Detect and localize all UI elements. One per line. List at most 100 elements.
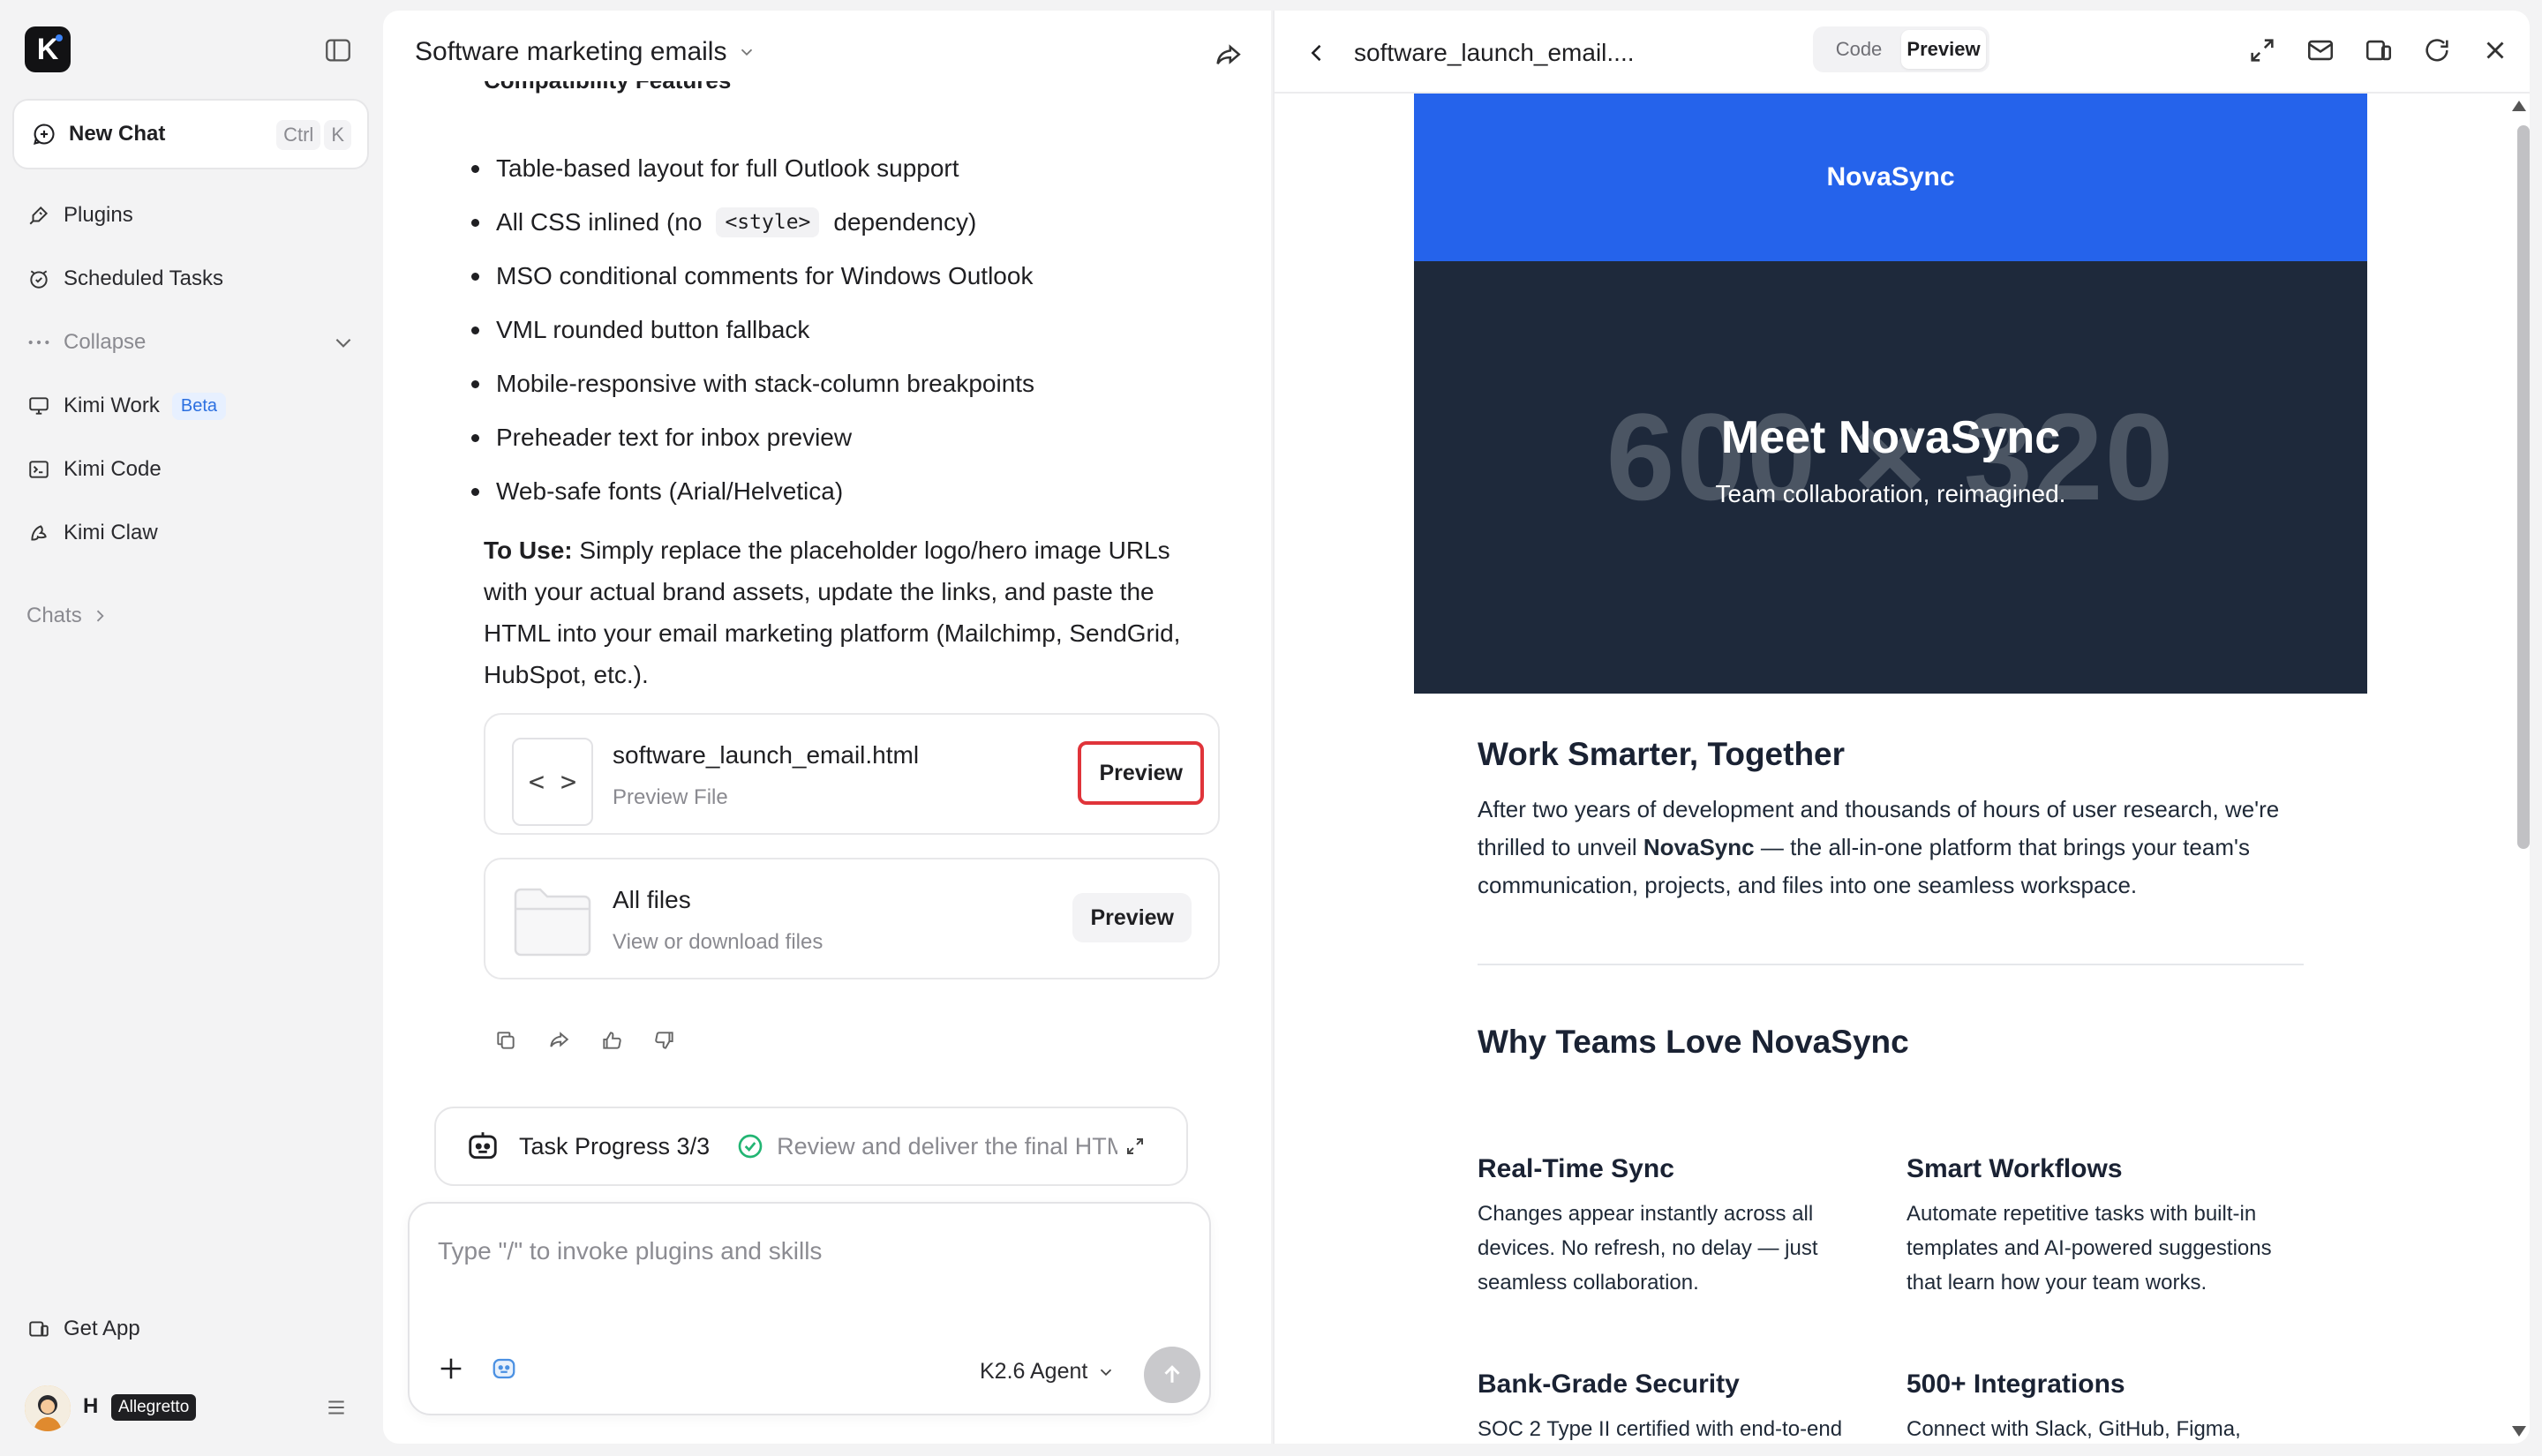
sidebar: K New Chat Ctrl K Plugins Scheduled Task… — [0, 0, 381, 1456]
arrow-up-icon — [1159, 1362, 1185, 1388]
cutoff-heading: Compatibility Features — [484, 81, 731, 101]
task-progress-bar[interactable]: Task Progress 3/3 Review and deliver the… — [434, 1107, 1188, 1186]
device-preview-icon[interactable] — [2364, 35, 2394, 65]
email-brand-name: NovaSync — [1826, 162, 1955, 191]
sidebar-item-collapse[interactable]: Collapse — [26, 325, 355, 360]
list-item-text: Mobile-responsive with stack-column brea… — [496, 369, 1035, 397]
monitor-icon — [26, 394, 51, 418]
chevron-down-icon — [1087, 1362, 1116, 1382]
feature-item: Smart Workflows Automate repetitive task… — [1906, 1154, 2295, 1300]
share-icon[interactable] — [547, 1029, 570, 1052]
device-icon — [26, 1317, 51, 1341]
expand-icon[interactable] — [1124, 1136, 1146, 1157]
sidebar-item-plugins[interactable]: Plugins — [26, 198, 133, 233]
plus-icon[interactable] — [436, 1354, 466, 1384]
task-progress-title: Task Progress 3/3 — [519, 1132, 711, 1160]
model-label: K2.6 Agent — [980, 1359, 1088, 1384]
feature-desc: Automate repetitive tasks with built-in … — [1906, 1202, 2272, 1295]
list-item: VML rounded button fallback — [452, 303, 1034, 356]
feature-title: Bank-Grade Security — [1478, 1370, 1740, 1399]
list-item-text: VML rounded button fallback — [496, 315, 810, 343]
list-item: Mobile-responsive with stack-column brea… — [452, 356, 1034, 410]
model-selector[interactable]: K2.6 Agent — [980, 1359, 1116, 1385]
folder-icon — [512, 882, 593, 958]
sidebar-item-kimi-claw[interactable]: Kimi Claw — [26, 515, 158, 551]
file-card-html[interactable]: < > software_launch_email.html Preview F… — [484, 713, 1220, 835]
thumbs-up-icon[interactable] — [600, 1029, 623, 1052]
fullscreen-icon[interactable] — [2247, 35, 2277, 65]
sidebar-item-kimi-work[interactable]: Kimi Work Beta — [26, 388, 227, 424]
feature-title: Real-Time Sync — [1478, 1154, 1674, 1183]
list-item-text: Preheader text for inbox preview — [496, 423, 853, 451]
hero-subtitle: Team collaboration, reimagined. — [1715, 480, 2066, 507]
feature-item: Bank-Grade Security SOC 2 Type II certif… — [1478, 1370, 1866, 1444]
chevron-left-icon[interactable] — [1305, 41, 1329, 65]
new-chat-button[interactable]: New Chat Ctrl K — [12, 99, 369, 169]
chevron-right-icon — [91, 607, 109, 625]
robot-icon — [466, 1130, 500, 1163]
kimi-logo[interactable]: K — [25, 26, 71, 72]
section-title: Work Smarter, Together — [1478, 736, 1846, 772]
list-item: MSO conditional comments for Windows Out… — [452, 249, 1034, 303]
check-circle-icon — [736, 1132, 764, 1160]
chat-title[interactable]: Software marketing emails — [415, 37, 756, 67]
sidebar-toggle-icon[interactable] — [323, 35, 353, 65]
feature-desc: SOC 2 Type II certified with end-to-end — [1478, 1417, 1843, 1441]
file-name: All files — [613, 886, 691, 913]
logo-dot — [56, 34, 63, 41]
preview-panel: software_launch_email.... Code Preview N… — [1273, 11, 2530, 1444]
new-chat-label: New Chat — [69, 122, 166, 146]
shortcut-hint: Ctrl K — [276, 120, 351, 150]
preview-header: software_launch_email.... Code Preview — [1275, 11, 2530, 94]
code-file-icon: < > — [512, 738, 593, 826]
chats-label: Chats — [26, 604, 82, 627]
chevron-down-icon — [726, 42, 756, 62]
feature-desc: Changes appear instantly across all devi… — [1478, 1202, 1818, 1295]
feature-title: Smart Workflows — [1906, 1154, 2123, 1183]
list-item-text: All CSS inlined (no — [496, 207, 703, 236]
list-item: Preheader text for inbox preview — [452, 410, 1034, 464]
section-paragraph: After two years of development and thous… — [1478, 791, 2304, 904]
kbd-k: K — [324, 120, 351, 150]
list-item-text: MSO conditional comments for Windows Out… — [496, 261, 1034, 289]
share-icon[interactable] — [1213, 41, 1243, 71]
sidebar-item-scheduled-tasks[interactable]: Scheduled Tasks — [26, 261, 223, 296]
list-item: Table-based layout for full Outlook supp… — [452, 141, 1034, 195]
email-hero: 600 × 320 Meet NovaSync Team collaborati… — [1414, 261, 2367, 694]
refresh-icon[interactable] — [2422, 35, 2452, 65]
task-step-text: Review and deliver the final HTML — [777, 1132, 1118, 1160]
terminal-icon — [26, 457, 51, 482]
scrollbar-thumb[interactable] — [2517, 125, 2530, 849]
sidebar-item-label: Kimi Claw — [64, 521, 158, 544]
mail-icon[interactable] — [2305, 35, 2335, 65]
section-title: Why Teams Love NovaSync — [1478, 1024, 1909, 1060]
thumbs-down-icon[interactable] — [653, 1029, 676, 1052]
get-app-button[interactable]: Get App — [26, 1311, 140, 1347]
tab-preview[interactable]: Preview — [1901, 30, 1986, 69]
file-card-all-files[interactable]: All files View or download files Preview — [484, 858, 1220, 979]
to-use-text: Simply replace the placeholder logo/hero… — [484, 537, 1181, 688]
copy-icon[interactable] — [494, 1029, 517, 1052]
file-name: software_launch_email.html — [613, 741, 920, 769]
hero-title: Meet NovaSync — [1720, 412, 2061, 463]
inline-code: <style> — [716, 206, 820, 237]
feature-title: 500+ Integrations — [1906, 1370, 2125, 1399]
close-icon[interactable] — [2480, 35, 2510, 65]
claw-icon — [26, 521, 51, 545]
paragraph-bold: NovaSync — [1643, 834, 1755, 860]
chevron-down-icon — [332, 331, 355, 354]
preview-file-button[interactable]: Preview — [1078, 741, 1204, 805]
message-composer[interactable]: Type "/" to invoke plugins and skills K2… — [408, 1202, 1211, 1415]
tab-code[interactable]: Code — [1816, 30, 1901, 69]
preview-all-files-button[interactable]: Preview — [1072, 893, 1192, 942]
skill-icon[interactable] — [491, 1355, 517, 1382]
chat-title-text: Software marketing emails — [415, 37, 727, 66]
avatar[interactable] — [25, 1385, 71, 1431]
file-subtitle: Preview File — [613, 785, 728, 809]
menu-icon[interactable] — [325, 1396, 348, 1419]
send-button[interactable] — [1144, 1347, 1200, 1403]
sidebar-item-kimi-code[interactable]: Kimi Code — [26, 452, 162, 487]
feature-desc: Connect with Slack, GitHub, Figma, — [1906, 1417, 2241, 1441]
sidebar-chats-header[interactable]: Chats — [26, 598, 109, 634]
compat-feature-list: Table-based layout for full Outlook supp… — [452, 141, 1034, 518]
